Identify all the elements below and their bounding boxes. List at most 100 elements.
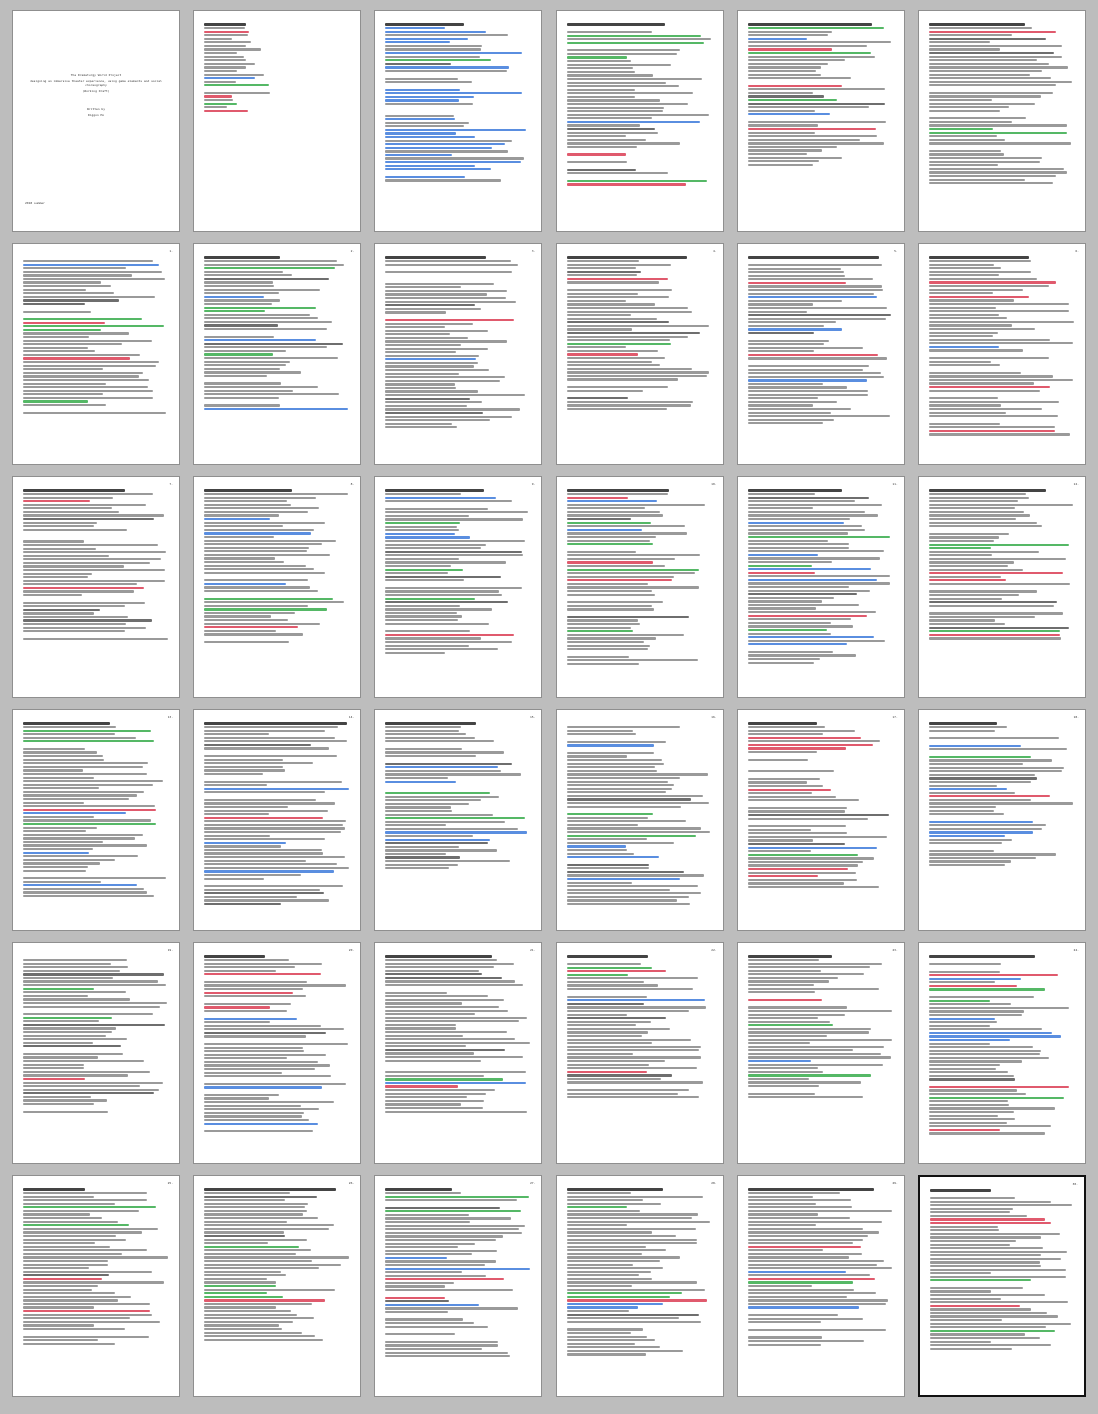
page-number: 6. (1075, 249, 1079, 253)
page-text-lines (385, 256, 533, 454)
page-thumbnail[interactable]: 14. (193, 709, 362, 931)
page-thumbnail[interactable]: 4. (555, 243, 724, 465)
page-text-lines (385, 722, 533, 920)
page-thumbnail[interactable]: 30. (917, 1175, 1086, 1397)
page-thumbnail[interactable]: 15. (374, 709, 543, 931)
page-text-lines (566, 1188, 715, 1386)
page-number: 10. (711, 482, 717, 486)
page-text-lines (23, 1188, 171, 1386)
page-text-lines (385, 489, 533, 687)
title-block: The Dramaturgy World Project designing an… (23, 71, 169, 117)
page-text-lines (23, 955, 171, 1153)
page-thumbnail[interactable]: 21. (374, 942, 543, 1164)
page-text-lines (23, 256, 171, 454)
page-thumbnail[interactable] (736, 10, 905, 232)
page-thumbnail[interactable]: 13. (12, 709, 180, 931)
page-number: 18. (1073, 715, 1079, 719)
author-name: Diggon Ho (87, 113, 105, 117)
page-text-lines (385, 23, 533, 221)
page-thumbnail[interactable]: 20. (193, 942, 362, 1164)
page-thumbnail[interactable] (555, 10, 724, 232)
page-thumbnail[interactable]: 16. (555, 709, 724, 931)
page-text-lines (204, 256, 352, 454)
page-number: 24. (1073, 948, 1079, 952)
page-thumbnail[interactable] (374, 10, 543, 232)
document-status: (Working Draft) (82, 89, 110, 93)
page-text-lines (747, 1188, 896, 1386)
page-number: 28. (711, 1181, 717, 1185)
page-text-lines (204, 23, 352, 221)
page-thumbnail[interactable]: 6. (917, 243, 1086, 465)
page-thumbnail[interactable]: 3. (374, 243, 543, 465)
page-thumbnail[interactable]: 18. (917, 709, 1086, 931)
page-number: 15. (529, 715, 536, 719)
document-subtitle: designing an immersive theater experienc… (30, 79, 162, 87)
page-thumbnail[interactable]: 17. (736, 709, 905, 931)
page-number: 21. (529, 948, 536, 952)
page-number: 3. (531, 249, 536, 253)
page-number: 9. (531, 482, 536, 486)
page-text-lines (929, 1189, 1076, 1385)
page-number: 8. (350, 482, 355, 486)
page-thumbnail[interactable] (193, 10, 362, 232)
page-thumbnail[interactable]: 26. (193, 1175, 362, 1397)
page-number: 27. (529, 1181, 536, 1185)
page-number: 25. (167, 1181, 173, 1185)
page-number: 22. (711, 948, 717, 952)
page-text-lines (23, 722, 171, 920)
page-thumbnail[interactable] (917, 10, 1086, 232)
page-thumbnail[interactable]: 10. (555, 476, 724, 698)
page-text-lines (566, 256, 715, 454)
page-text-lines (566, 722, 715, 920)
page-text-lines (928, 489, 1077, 687)
page-thumbnail-grid: The Dramaturgy World Project designing an… (0, 0, 1098, 1414)
page-text-lines (204, 955, 352, 1153)
page-text-lines (747, 955, 896, 1153)
page-text-lines (204, 722, 352, 920)
page-number: 23. (892, 948, 898, 952)
page-thumbnail[interactable]: 22. (555, 942, 724, 1164)
page-number: 29. (892, 1181, 898, 1185)
page-thumbnail[interactable]: 27. (374, 1175, 543, 1397)
page-text-lines (23, 489, 171, 687)
page-thumbnail[interactable]: 8. (193, 476, 362, 698)
page-text-lines (747, 489, 896, 687)
page-number: 12. (1073, 482, 1079, 486)
page-thumbnail[interactable]: 7. (12, 476, 180, 698)
page-text-lines (747, 256, 896, 454)
page-thumbnail[interactable]: 9. (374, 476, 543, 698)
page-text-lines (928, 955, 1077, 1153)
page-number: 20. (348, 948, 355, 952)
page-thumbnail[interactable]: 25. (12, 1175, 180, 1397)
page-text-lines (928, 722, 1077, 920)
page-thumbnail[interactable]: 19. (12, 942, 180, 1164)
page-number: 5. (894, 249, 898, 253)
page-thumbnail[interactable]: 28. (555, 1175, 724, 1397)
page-thumbnail[interactable]: 1. (12, 243, 180, 465)
page-text-lines (928, 256, 1077, 454)
page-text-lines (385, 955, 533, 1153)
page-number: 17. (892, 715, 898, 719)
page-number: 4. (712, 249, 717, 253)
page-text-lines (204, 1188, 352, 1386)
page-text-lines (566, 23, 715, 221)
page-number: 14. (348, 715, 355, 719)
page-text-lines (566, 955, 715, 1153)
document-year: 2018 summer (25, 201, 45, 205)
page-thumbnail[interactable]: 29. (736, 1175, 905, 1397)
page-number: 19. (167, 948, 173, 952)
page-number: 7. (169, 482, 173, 486)
page-thumbnail[interactable]: The Dramaturgy World Project designing an… (12, 10, 180, 232)
page-thumbnail[interactable]: 2. (193, 243, 362, 465)
page-thumbnail[interactable]: 24. (917, 942, 1086, 1164)
page-number: 13. (167, 715, 173, 719)
page-text-lines (204, 489, 352, 687)
page-thumbnail[interactable]: 5. (736, 243, 905, 465)
page-number: 30. (1072, 1182, 1078, 1186)
page-thumbnail[interactable]: 11. (736, 476, 905, 698)
page-thumbnail[interactable]: 12. (917, 476, 1086, 698)
page-text-lines (747, 23, 896, 221)
page-thumbnail[interactable]: 23. (736, 942, 905, 1164)
page-number: 11. (892, 482, 898, 486)
document-title: The Dramaturgy World Project (70, 73, 122, 77)
